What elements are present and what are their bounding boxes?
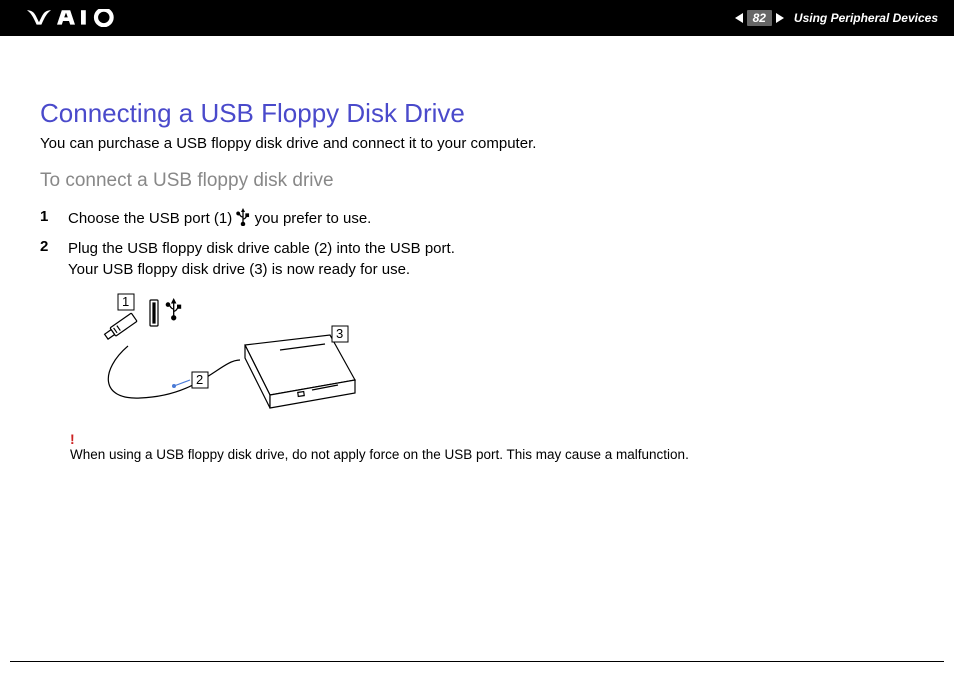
- warning-icon: !: [70, 431, 914, 447]
- vaio-logo: [20, 9, 130, 27]
- step-body: Plug the USB floppy disk drive cable (2)…: [68, 238, 455, 280]
- page-number: 82: [747, 10, 772, 26]
- callout-3: 3: [336, 326, 343, 341]
- steps-list: 1 Choose the USB port (1) you prefer to …: [40, 208, 914, 280]
- section-name: Using Peripheral Devices: [794, 11, 938, 25]
- subtitle: To connect a USB floppy disk drive: [40, 170, 914, 192]
- warning-text: When using a USB floppy disk drive, do n…: [70, 447, 689, 462]
- step-number: 1: [40, 208, 68, 225]
- step-number: 2: [40, 238, 68, 255]
- prev-page-icon[interactable]: [735, 13, 743, 23]
- page-content: Connecting a USB Floppy Disk Drive You c…: [0, 38, 954, 462]
- page-nav: 82: [735, 10, 784, 26]
- step-body: Choose the USB port (1) you prefer to us…: [68, 208, 371, 232]
- callout-1: 1: [122, 294, 129, 309]
- diagram: 1 2 3: [70, 290, 914, 425]
- callout-2: 2: [196, 372, 203, 387]
- intro-text: You can purchase a USB floppy disk drive…: [40, 135, 914, 152]
- warning-block: ! When using a USB floppy disk drive, do…: [70, 431, 914, 462]
- step-line2: Your USB floppy disk drive (3) is now re…: [68, 261, 410, 278]
- next-page-icon[interactable]: [776, 13, 784, 23]
- footer-rule: [10, 661, 944, 662]
- step-2: 2 Plug the USB floppy disk drive cable (…: [40, 238, 914, 280]
- step-text-before: Choose the USB port (1): [68, 210, 236, 227]
- usb-icon: [236, 208, 250, 232]
- step-1: 1 Choose the USB port (1) you prefer to …: [40, 208, 914, 232]
- step-line1: Plug the USB floppy disk drive cable (2)…: [68, 240, 455, 257]
- page-header: 82 Using Peripheral Devices: [0, 0, 954, 38]
- page-title: Connecting a USB Floppy Disk Drive: [40, 98, 914, 129]
- step-text-after: you prefer to use.: [250, 210, 371, 227]
- header-right: 82 Using Peripheral Devices: [735, 10, 938, 26]
